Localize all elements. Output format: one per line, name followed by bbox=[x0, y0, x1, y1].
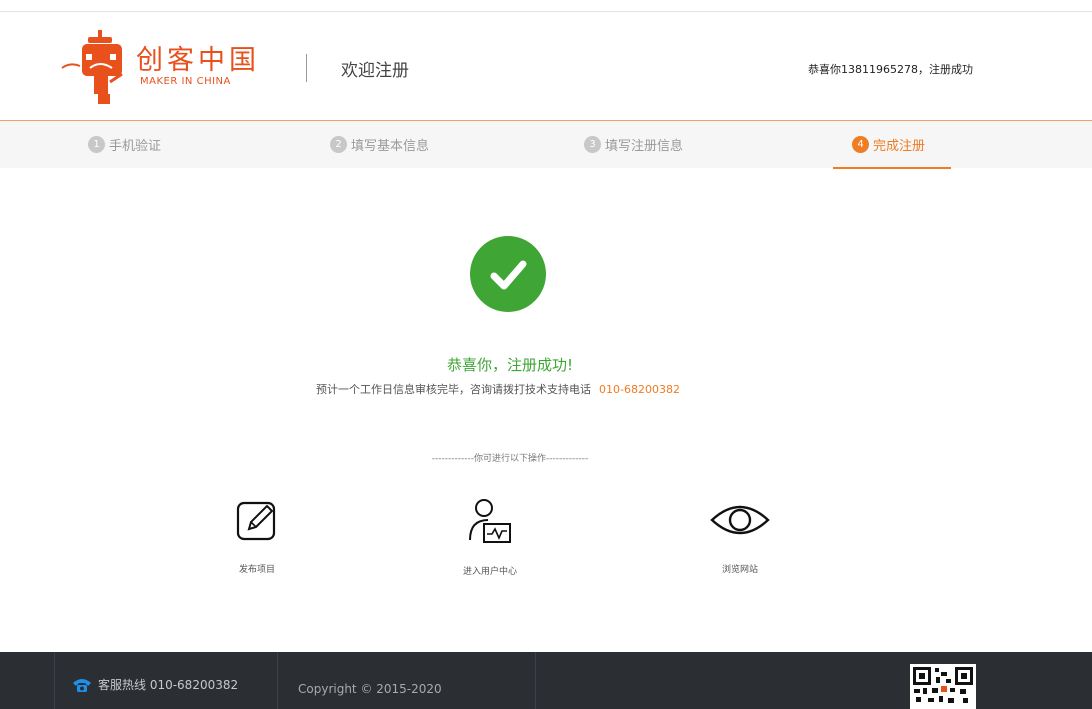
user-center-button[interactable]: 进入用户中心 bbox=[430, 498, 550, 577]
logo-subtitle: MAKER IN CHINA bbox=[140, 76, 231, 87]
step-number: 1 bbox=[88, 136, 105, 153]
step-label: 完成注册 bbox=[873, 139, 926, 154]
step-number: 4 bbox=[852, 136, 869, 153]
note-text: 预计一个工作日信息审核完毕，咨询请拨打技术支持电话 bbox=[316, 383, 591, 396]
hotline-text: 客服热线 010-68200382 bbox=[98, 678, 239, 692]
footer-divider bbox=[535, 652, 536, 709]
step-label: 手机验证 bbox=[109, 139, 162, 154]
footer-divider bbox=[54, 652, 55, 709]
active-step-underline bbox=[833, 167, 951, 169]
browse-site-button[interactable]: 浏览网站 bbox=[680, 498, 800, 575]
step-number: 3 bbox=[584, 136, 601, 153]
header: 创客中国 MAKER IN CHINA 欢迎注册 恭喜你13811965278，… bbox=[0, 12, 1092, 120]
copyright: Copyright © 2015-2020 bbox=[298, 682, 442, 696]
top-border bbox=[0, 0, 1092, 12]
registration-message: 恭喜你13811965278，注册成功 bbox=[808, 63, 973, 76]
step-phone-verify: 1 手机验证 bbox=[88, 135, 161, 154]
eye-icon bbox=[710, 505, 770, 535]
step-label: 填写注册信息 bbox=[605, 139, 684, 154]
operations-separator: -------------你可进行以下操作------------- bbox=[431, 454, 589, 464]
edit-icon bbox=[236, 501, 276, 541]
header-divider bbox=[306, 54, 307, 82]
action-label: 发布项目 bbox=[238, 565, 275, 575]
success-note: 预计一个工作日信息审核完毕，咨询请拨打技术支持电话 010-68200382 bbox=[316, 381, 680, 397]
success-title: 恭喜你，注册成功! bbox=[446, 356, 573, 374]
logo[interactable]: 创客中国 MAKER IN CHINA bbox=[60, 30, 270, 110]
step-basic-info: 2 填写基本信息 bbox=[330, 135, 429, 154]
step-label: 填写基本信息 bbox=[351, 139, 430, 154]
step-registration-info: 3 填写注册信息 bbox=[584, 135, 683, 154]
robot-logo-icon bbox=[61, 30, 123, 104]
logo-title: 创客中国 bbox=[136, 45, 260, 76]
action-label: 浏览网站 bbox=[721, 565, 758, 575]
footer: 客服热线 010-68200382 Copyright © 2015-2020 bbox=[0, 652, 1092, 709]
step-complete: 4 完成注册 bbox=[852, 135, 925, 154]
footer-divider bbox=[277, 652, 278, 709]
page-title: 欢迎注册 bbox=[341, 61, 409, 81]
customer-hotline: 客服热线 010-68200382 bbox=[72, 676, 238, 693]
support-phone: 010-68200382 bbox=[599, 383, 680, 396]
phone-icon bbox=[73, 678, 91, 692]
qr-code bbox=[910, 664, 976, 709]
progress-steps: 1 手机验证 2 填写基本信息 3 填写注册信息 4 完成注册 bbox=[0, 120, 1092, 169]
action-label: 进入用户中心 bbox=[462, 567, 517, 577]
publish-project-button[interactable]: 发布项目 bbox=[197, 498, 317, 575]
step-number: 2 bbox=[330, 136, 347, 153]
success-check-icon bbox=[470, 236, 546, 312]
user-center-icon bbox=[469, 499, 511, 543]
